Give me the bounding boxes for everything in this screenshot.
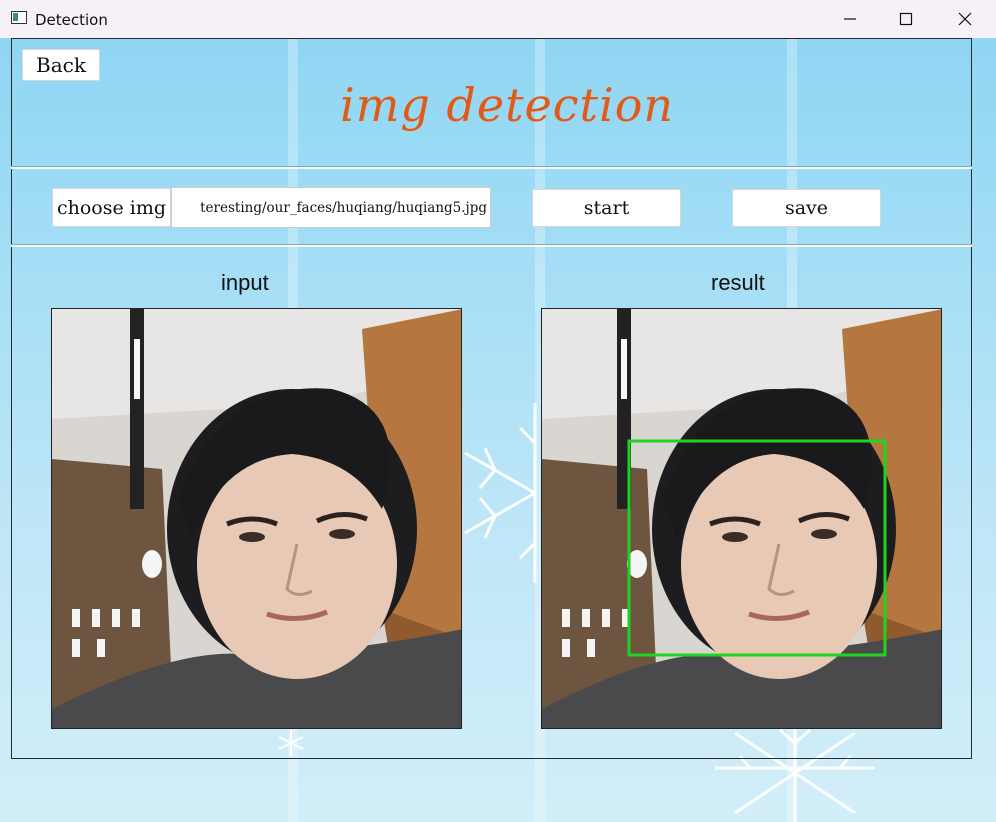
title-bar: Detection [0, 0, 996, 38]
input-image [51, 308, 462, 729]
divider [11, 166, 972, 169]
page-title: img detection [340, 78, 675, 132]
face-photo [542, 309, 941, 728]
minimize-icon [844, 18, 856, 20]
app-icon [11, 11, 27, 24]
divider [11, 244, 972, 247]
input-label: input [221, 270, 269, 295]
face-photo [52, 309, 461, 728]
save-button[interactable]: save [732, 189, 881, 227]
start-button[interactable]: start [532, 189, 681, 227]
close-button[interactable] [936, 0, 994, 38]
detection-window: Detection Back img detection choose img … [0, 0, 996, 822]
minimize-button[interactable] [821, 0, 879, 38]
result-image [541, 308, 942, 729]
maximize-button[interactable] [877, 0, 935, 38]
choose-img-button[interactable]: choose img [52, 188, 171, 227]
image-path-field[interactable]: teresting/our_faces/huqiang/huqiang5.jpg [171, 187, 491, 228]
result-label: result [711, 270, 765, 295]
close-icon [958, 12, 972, 26]
window-title: Detection [35, 11, 108, 29]
back-button[interactable]: Back [22, 49, 100, 81]
maximize-icon [899, 12, 913, 26]
main-area: Back img detection choose img teresting/… [0, 38, 996, 822]
